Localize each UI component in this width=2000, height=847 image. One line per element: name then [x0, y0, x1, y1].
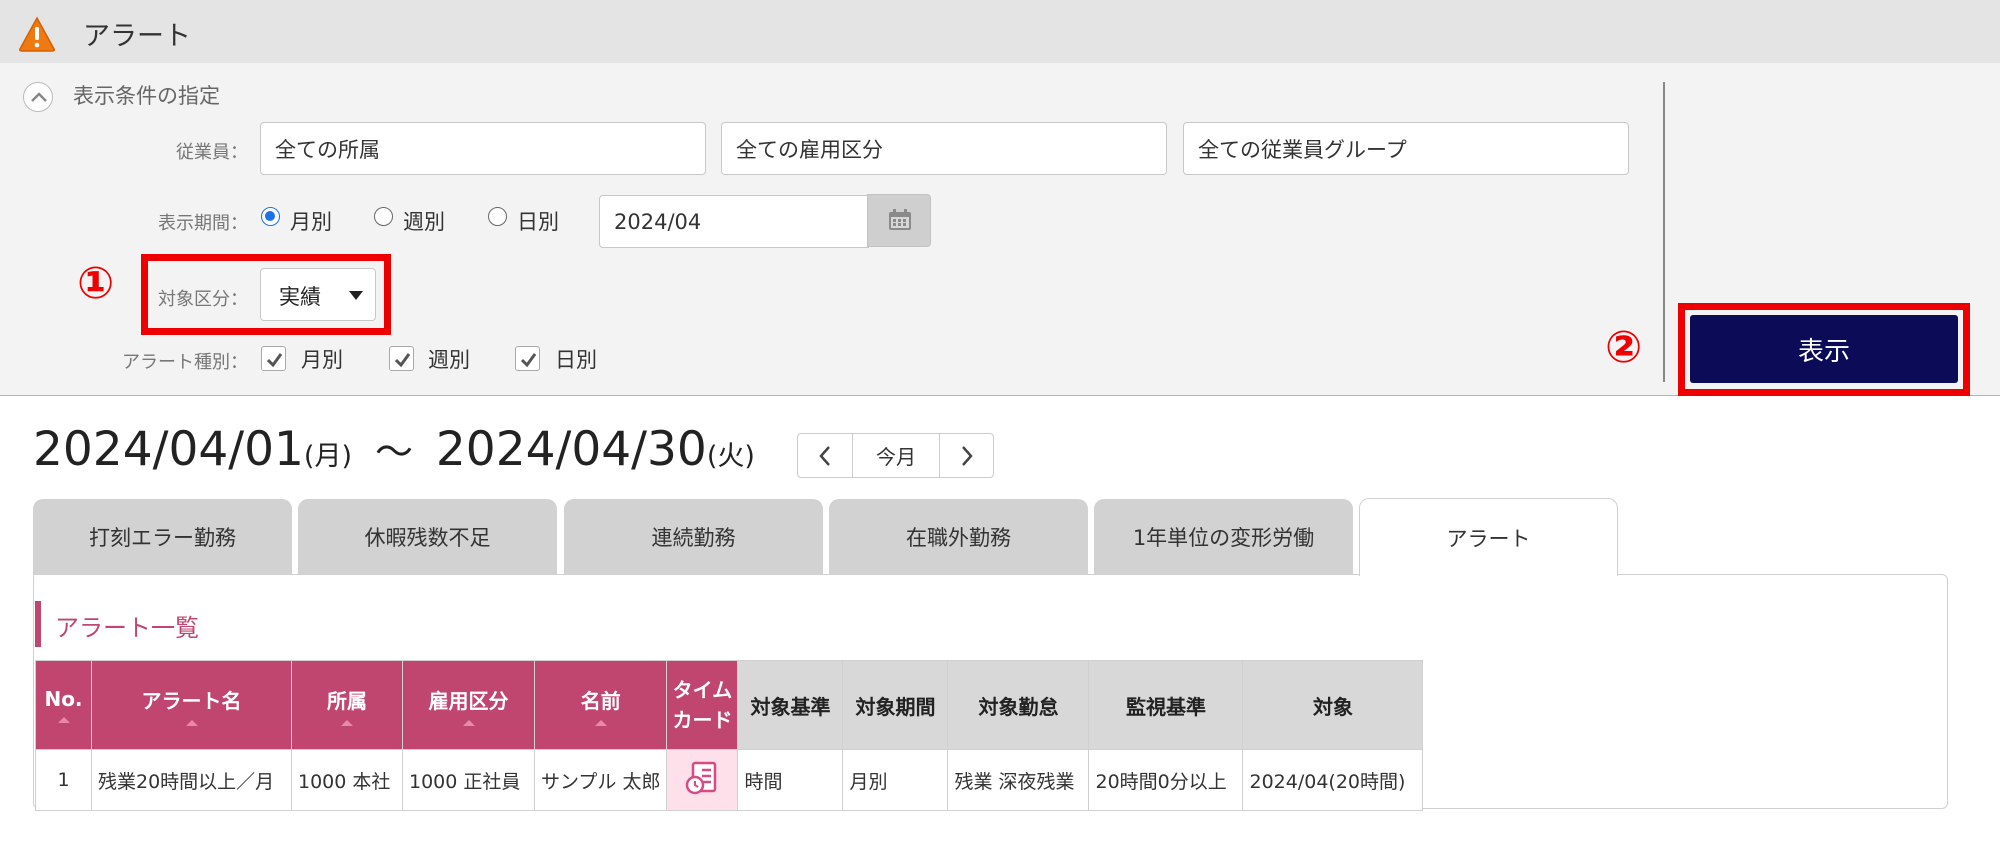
range-end: 2024/04/30	[435, 422, 707, 477]
employment-type-field[interactable]: 全ての雇用区分	[721, 122, 1167, 175]
radio-weekly[interactable]	[374, 207, 393, 226]
calendar-button[interactable]	[867, 194, 931, 247]
timecard-icon[interactable]	[685, 760, 719, 796]
cell-department: 1000 本社	[291, 749, 403, 811]
cell-target: 2024/04(20時間)	[1242, 749, 1424, 811]
radio-monthly-label: 月別	[290, 210, 332, 234]
table-row: 1 残業20時間以上／月 1000 本社 1000 正社員 サンプル 太郎 時間…	[35, 749, 1424, 811]
col-attendance: 対象勤怠	[947, 660, 1090, 750]
col-no[interactable]: No.	[35, 660, 92, 750]
target-select-value: 実績	[279, 285, 321, 309]
chevron-left-icon	[819, 445, 830, 466]
cell-attendance: 残業 深夜残業	[947, 749, 1090, 811]
chevron-up-icon	[31, 92, 47, 102]
checkbox-daily[interactable]	[515, 346, 540, 371]
checkbox-weekly[interactable]	[389, 346, 414, 371]
prev-month-button[interactable]	[798, 434, 852, 477]
alert-list-title: アラート一覧	[55, 614, 199, 642]
checkbox-monthly-label: 月別	[301, 348, 343, 372]
cell-period: 月別	[842, 749, 949, 811]
alert-type-label: アラート種別：	[122, 352, 248, 373]
range-sep: 〜	[374, 430, 413, 474]
cell-no: 1	[35, 749, 92, 811]
sort-icon	[594, 719, 607, 726]
date-range: 2024/04/01(月) 〜 2024/04/30(火)	[33, 421, 755, 477]
section-marker	[35, 601, 41, 647]
chevron-right-icon	[962, 445, 973, 466]
range-end-dow: (火)	[706, 441, 755, 472]
tab-alert[interactable]: アラート	[1359, 498, 1618, 576]
col-target: 対象	[1242, 660, 1424, 750]
target-select[interactable]: 実績	[260, 268, 376, 321]
check-icon	[266, 353, 283, 368]
tab-annual-variable[interactable]: 1年単位の変形労働	[1094, 499, 1353, 574]
sort-icon	[341, 719, 353, 726]
radio-daily-label: 日別	[517, 210, 559, 234]
title-bar: アラート	[0, 0, 2000, 63]
range-start-dow: (月)	[303, 441, 352, 472]
col-period: 対象期間	[842, 660, 949, 750]
range-start: 2024/04/01	[33, 422, 304, 477]
warning-icon	[19, 16, 55, 52]
this-month-button[interactable]: 今月	[853, 434, 939, 477]
department-field[interactable]: 全ての所属	[260, 122, 706, 175]
period-input[interactable]: 2024/04	[599, 195, 869, 248]
sort-icon	[185, 719, 198, 726]
tab-consecutive-work[interactable]: 連続勤務	[564, 499, 823, 574]
col-monitor: 監視基準	[1088, 660, 1244, 750]
table-header-row: No. アラート名 所属 雇用区分 名前 タイム カード 対象基準 対象期間 対象…	[35, 660, 1424, 750]
radio-daily[interactable]	[488, 207, 507, 226]
employee-group-field[interactable]: 全ての従業員グループ	[1183, 122, 1629, 175]
employee-label: 従業員：	[176, 142, 248, 163]
period-label: 表示期間：	[158, 213, 248, 234]
callout-2: ②	[1605, 322, 1643, 373]
sort-icon	[57, 717, 70, 723]
check-icon	[394, 353, 411, 368]
collapse-button[interactable]	[23, 82, 53, 112]
col-department[interactable]: 所属	[291, 660, 403, 750]
check-icon	[520, 353, 537, 368]
month-pager: 今月	[797, 433, 994, 478]
sort-icon	[462, 719, 475, 726]
col-alert-name[interactable]: アラート名	[91, 660, 292, 750]
checkbox-daily-label: 日別	[555, 348, 597, 372]
cell-alert-name: 残業20時間以上／月	[91, 749, 292, 811]
calendar-icon	[889, 209, 911, 230]
cell-monitor: 20時間0分以上	[1088, 749, 1244, 811]
target-label: 対象区分：	[158, 289, 248, 310]
col-timecard: タイム カード	[666, 660, 739, 750]
radio-monthly[interactable]	[261, 207, 280, 226]
cell-employment-type: 1000 正社員	[402, 749, 535, 811]
col-name[interactable]: 名前	[533, 660, 668, 750]
tab-leave-shortage[interactable]: 休暇残数不足	[298, 499, 557, 574]
tab-punch-error[interactable]: 打刻エラー勤務	[33, 499, 292, 574]
col-basis: 対象基準	[737, 660, 844, 750]
next-month-button[interactable]	[940, 434, 994, 477]
tab-out-of-employment[interactable]: 在職外勤務	[829, 499, 1088, 574]
caret-down-icon	[349, 291, 363, 300]
section-title: 表示条件の指定	[73, 84, 220, 108]
cell-basis: 時間	[737, 749, 844, 811]
page-title: アラート	[83, 21, 191, 52]
col-employment-type[interactable]: 雇用区分	[402, 660, 535, 750]
divider	[1663, 82, 1665, 382]
alert-table: No. アラート名 所属 雇用区分 名前 タイム カード 対象基準 対象期間 対象…	[35, 660, 1424, 811]
checkbox-weekly-label: 週別	[428, 348, 470, 372]
show-button[interactable]: 表示	[1690, 315, 1958, 383]
cell-timecard	[666, 749, 739, 811]
radio-weekly-label: 週別	[403, 210, 445, 234]
checkbox-monthly[interactable]	[261, 346, 286, 371]
cell-name: サンプル 太郎	[533, 749, 668, 811]
